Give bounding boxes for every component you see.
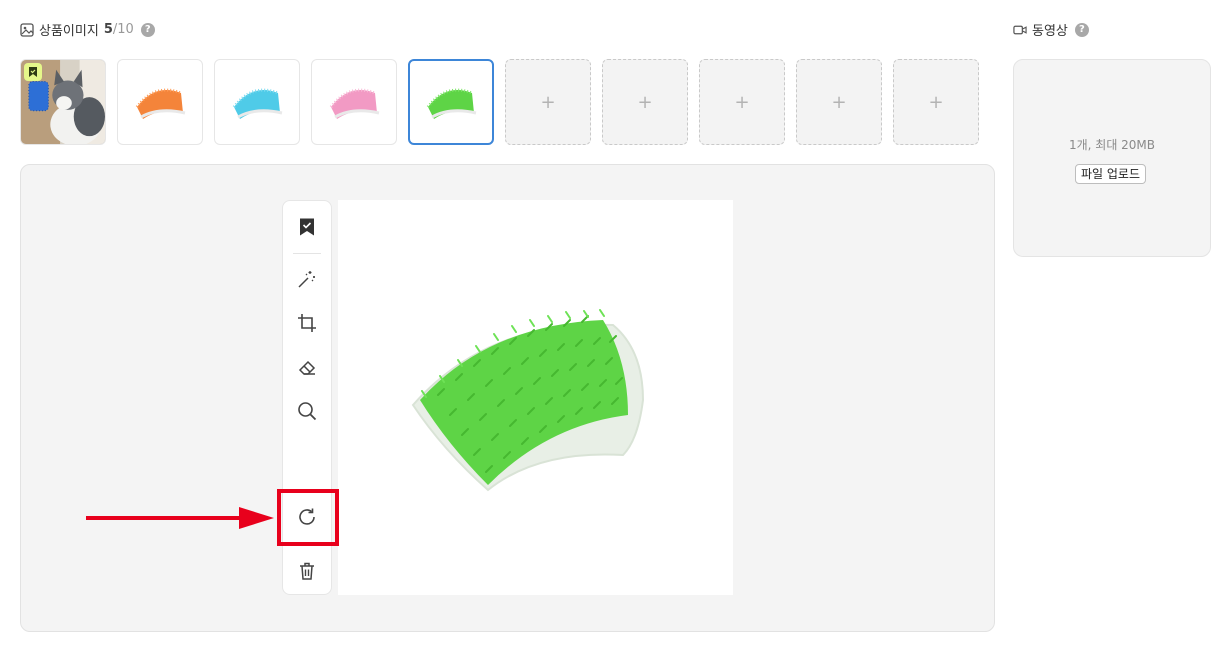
- help-icon[interactable]: ?: [1074, 22, 1089, 37]
- orange-brush-image: [135, 88, 186, 119]
- video-camera-icon: [1013, 23, 1027, 37]
- video-section-title: 동영상: [1032, 24, 1068, 39]
- file-upload-button[interactable]: 파일 업로드: [1075, 164, 1147, 184]
- bookmark-icon: [300, 218, 314, 236]
- set-representative-button[interactable]: [295, 215, 319, 239]
- zoom-button[interactable]: [295, 399, 319, 423]
- add-image-slot[interactable]: +: [505, 59, 591, 145]
- blue-brush-image: [232, 88, 283, 119]
- add-image-slot[interactable]: +: [796, 59, 882, 145]
- thumbnail-strip: + + + + +: [20, 59, 979, 145]
- auto-enhance-button[interactable]: [295, 267, 319, 291]
- video-upload-box[interactable]: 1개, 최대 20MB 파일 업로드: [1013, 59, 1211, 257]
- image-count-current: 5: [103, 22, 113, 37]
- images-section-header: 상품이미지 5/10 ?: [20, 20, 155, 39]
- pink-brush-image: [329, 88, 380, 119]
- video-section-header: 동영상 ?: [1013, 20, 1089, 39]
- toolbar-divider: [293, 253, 321, 254]
- help-icon[interactable]: ?: [140, 22, 155, 37]
- thumbnail-pink[interactable]: [311, 59, 397, 145]
- delete-button[interactable]: [295, 559, 319, 583]
- green-brush-preview-image: [411, 309, 645, 492]
- crop-icon: [298, 314, 316, 332]
- crop-button[interactable]: [295, 311, 319, 335]
- image-count-max: /10: [112, 22, 134, 37]
- green-brush-image: [426, 88, 477, 119]
- add-image-slot[interactable]: +: [602, 59, 688, 145]
- thumbnail-representative[interactable]: [20, 59, 106, 145]
- bookmark-icon: [29, 67, 37, 77]
- video-limit-text: 1개, 최대 20MB: [1068, 138, 1156, 152]
- eraser-icon: [298, 360, 316, 375]
- representative-badge: [24, 63, 42, 81]
- image-icon: [20, 22, 34, 37]
- thumbnail-blue[interactable]: [214, 59, 300, 145]
- rotate-highlight-box: [277, 489, 339, 546]
- zoom-icon: [298, 402, 317, 421]
- thumbnail-green-selected[interactable]: [408, 59, 494, 145]
- add-image-slot[interactable]: +: [699, 59, 785, 145]
- add-image-slot[interactable]: +: [893, 59, 979, 145]
- magic-wand-icon: [298, 271, 315, 288]
- images-section-title: 상품이미지: [39, 24, 99, 39]
- eraser-button[interactable]: [295, 355, 319, 379]
- thumbnail-orange[interactable]: [117, 59, 203, 145]
- arrow-pointer: [86, 507, 274, 529]
- image-preview: [338, 200, 733, 595]
- trash-icon: [300, 562, 314, 580]
